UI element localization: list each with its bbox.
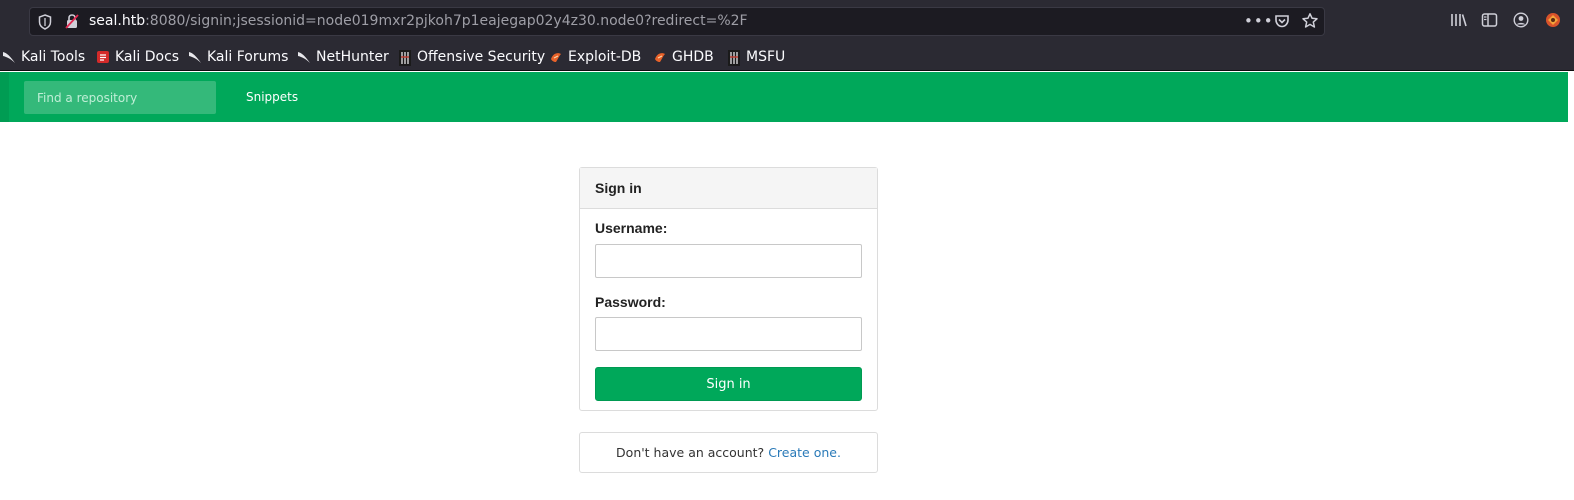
bookmark-exploit-db[interactable]: Exploit-DB <box>549 47 641 66</box>
tracking-shield-icon[interactable] <box>38 14 52 34</box>
bookmark-ghdb[interactable]: GHDB <box>653 47 714 66</box>
exploitdb-icon <box>549 50 563 64</box>
url-bar[interactable]: seal.htb:8080/signin;jsessionid=node019m… <box>29 7 1325 36</box>
library-icon[interactable] <box>1450 12 1468 32</box>
url-text[interactable]: seal.htb:8080/signin;jsessionid=node019m… <box>89 13 748 29</box>
url-host: seal.htb <box>89 13 146 29</box>
bookmark-kali-forums[interactable]: Kali Forums <box>188 47 288 66</box>
account-icon[interactable] <box>1513 12 1529 32</box>
bookmark-kali-tools[interactable]: Kali Tools <box>2 47 85 66</box>
signin-button[interactable]: Sign in <box>595 367 862 401</box>
kali-docs-icon <box>96 50 110 64</box>
offsec-icon <box>727 49 741 66</box>
signin-panel: Sign in Username: Password: Sign in <box>579 167 878 411</box>
password-label: Password: <box>595 294 666 310</box>
sidebar-icon[interactable] <box>1481 12 1498 32</box>
app-navbar: Snippets <box>0 72 1568 122</box>
username-label: Username: <box>595 220 668 236</box>
insecure-lock-icon[interactable] <box>64 13 80 34</box>
kali-dragon-icon <box>297 50 311 64</box>
page-actions-icon[interactable]: ••• <box>1244 12 1274 30</box>
bookmark-kali-docs[interactable]: Kali Docs <box>96 47 179 66</box>
snippets-link[interactable]: Snippets <box>246 90 298 104</box>
repository-search-input[interactable] <box>24 81 216 114</box>
exploitdb-icon <box>653 50 667 64</box>
offsec-icon <box>398 49 412 66</box>
bookmark-star-icon[interactable] <box>1301 12 1319 34</box>
kali-dragon-icon <box>2 50 16 64</box>
register-prompt: Don't have an account? <box>616 445 765 460</box>
extension-icon[interactable] <box>1544 11 1562 33</box>
bookmark-nethunter[interactable]: NetHunter <box>297 47 389 66</box>
kali-dragon-icon <box>188 50 202 64</box>
register-panel: Don't have an account? Create one. <box>579 432 878 473</box>
url-path: :8080/signin;jsessionid=node019mxr2pjkoh… <box>145 13 748 29</box>
bookmarks-toolbar: Kali Tools Kali Docs Kali Forums NetHunt… <box>0 42 1574 71</box>
password-field[interactable] <box>595 317 862 351</box>
username-field[interactable] <box>595 244 862 278</box>
bookmark-msfu[interactable]: MSFU <box>727 47 785 66</box>
navbar-edge <box>0 72 9 122</box>
signin-title: Sign in <box>580 168 877 209</box>
bookmark-offensive-security[interactable]: Offensive Security <box>398 47 545 66</box>
browser-toolbar: seal.htb:8080/signin;jsessionid=node019m… <box>0 0 1574 42</box>
create-account-link[interactable]: Create one. <box>768 445 841 460</box>
pocket-icon[interactable] <box>1274 13 1290 33</box>
